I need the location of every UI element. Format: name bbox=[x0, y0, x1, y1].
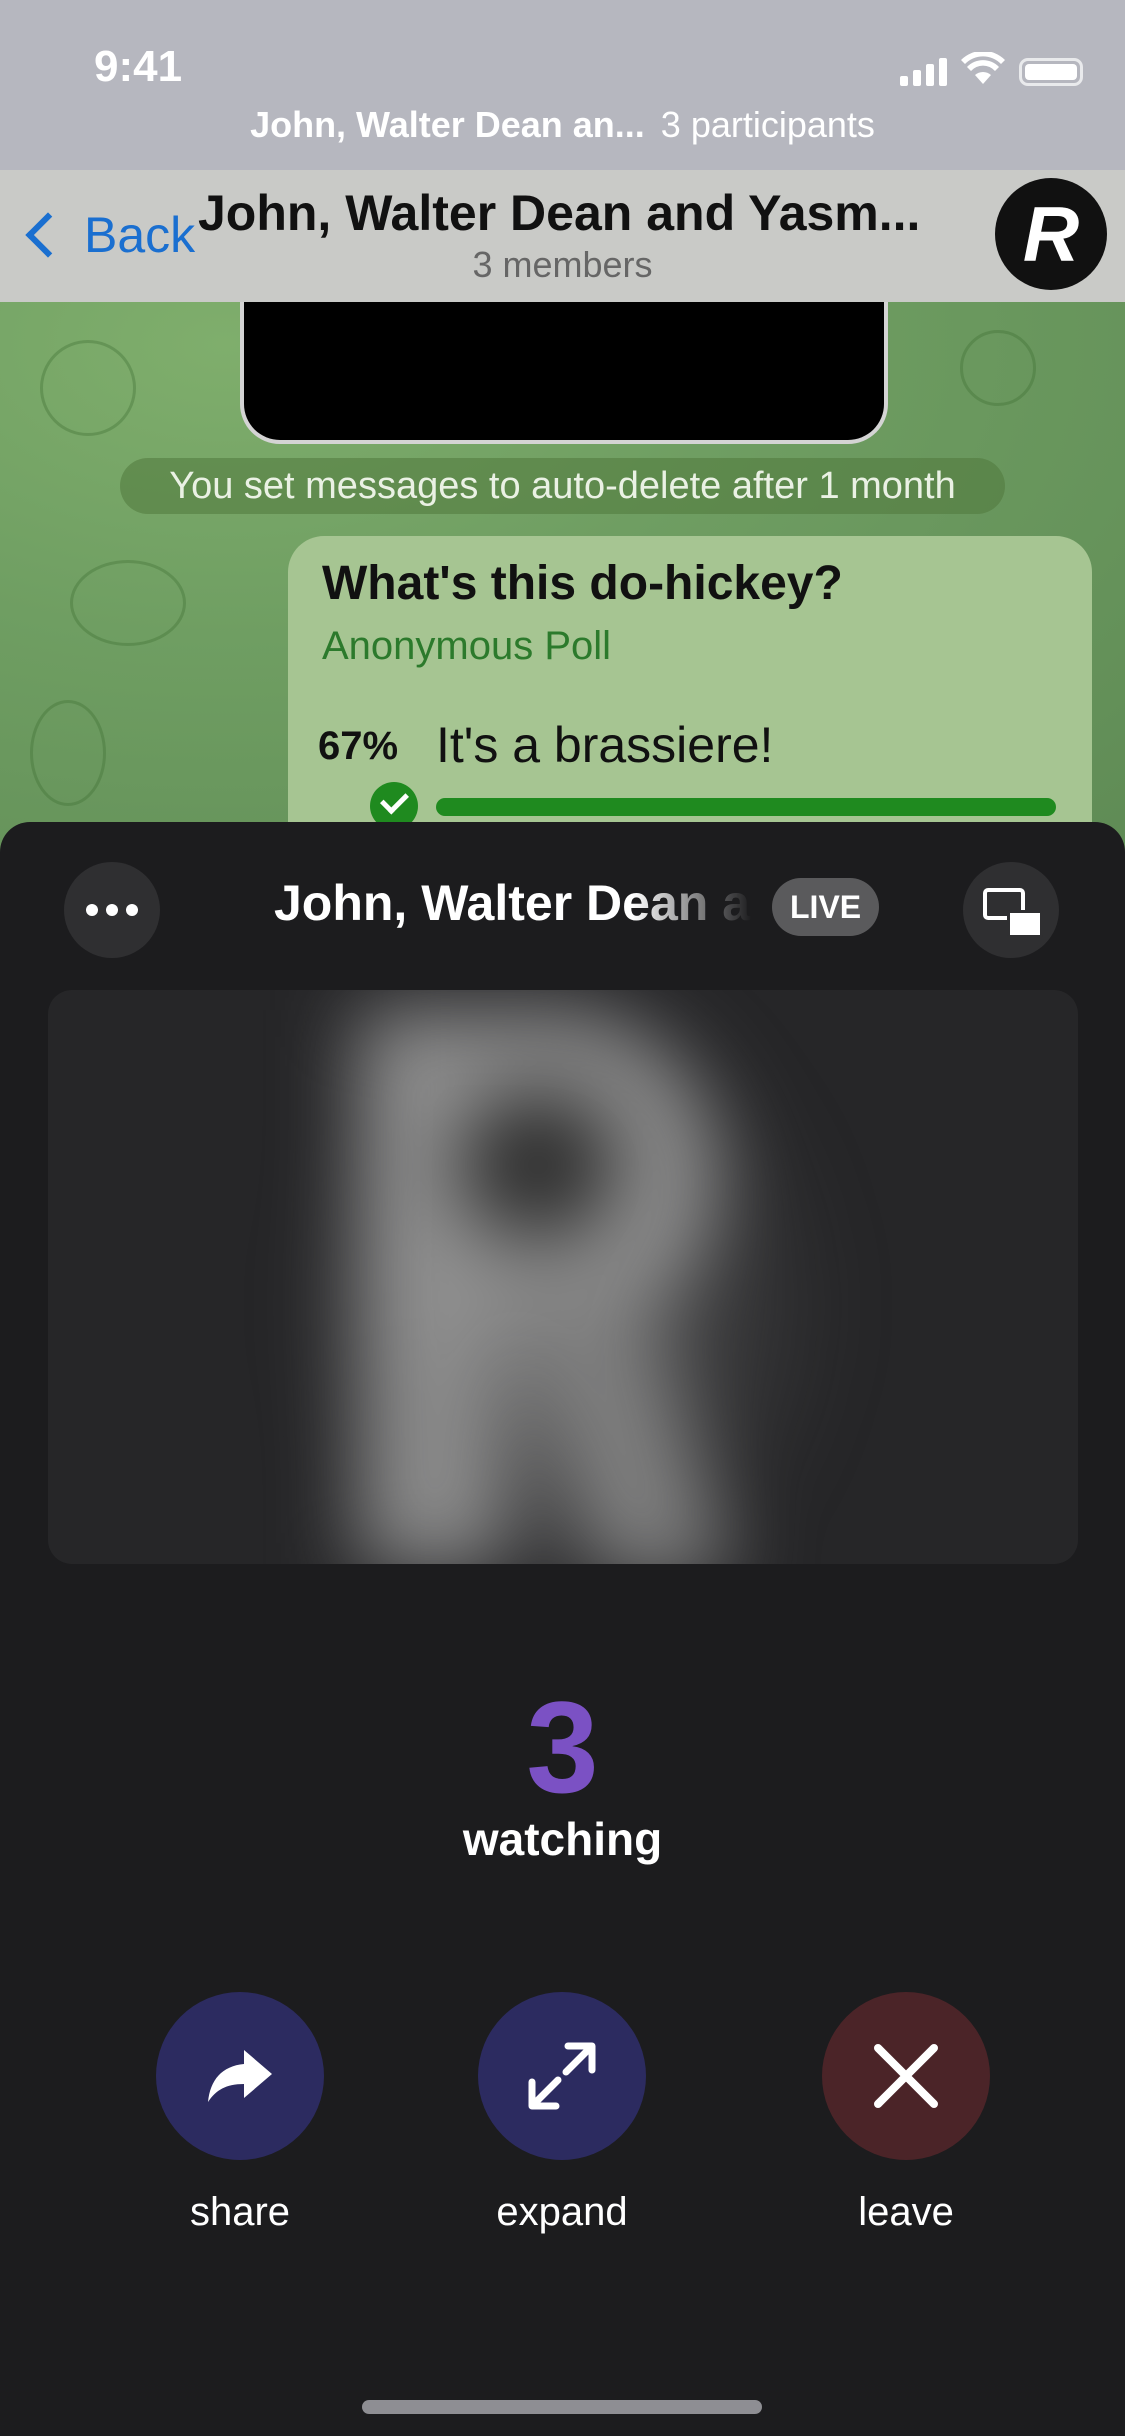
poll-type: Anonymous Poll bbox=[322, 624, 612, 668]
share-label: share bbox=[189, 2190, 291, 2234]
call-strip-title: John, Walter Dean an... bbox=[250, 104, 645, 145]
chat-header: Back John, Walter Dean and Yasm... 3 mem… bbox=[0, 170, 1125, 302]
call-strip[interactable]: John, Walter Dean an... 3 participants bbox=[0, 104, 1125, 146]
signal-icon bbox=[900, 56, 947, 86]
wallpaper-doodle bbox=[960, 330, 1036, 406]
share-button[interactable] bbox=[156, 1992, 324, 2160]
poll-option-percent: 67% bbox=[318, 724, 399, 768]
clock: 9:41 bbox=[94, 42, 183, 91]
chat-title[interactable]: John, Walter Dean and Yasm... bbox=[198, 184, 928, 242]
share-icon bbox=[208, 2050, 272, 2102]
live-badge: LIVE bbox=[772, 878, 880, 936]
expand-action: expand bbox=[478, 1992, 646, 2235]
leave-action: leave bbox=[822, 1992, 990, 2235]
avatar[interactable]: R bbox=[995, 178, 1107, 290]
system-message: You set messages to auto-delete after 1 … bbox=[120, 458, 1005, 514]
status-icons bbox=[900, 52, 1083, 86]
expand-icon bbox=[528, 2042, 596, 2110]
chat-subtitle: 3 members bbox=[472, 244, 653, 285]
poll-option-text: It's a brassiere! bbox=[436, 717, 774, 773]
wifi-icon bbox=[961, 52, 1005, 84]
status-bar: 9:41 John, Walter Dean an... 3 participan… bbox=[0, 0, 1125, 170]
leave-button[interactable] bbox=[822, 1992, 990, 2160]
stream-title: John, Walter Dean and Yasmin bbox=[274, 875, 752, 931]
watching-count: 3 bbox=[526, 1674, 599, 1820]
battery-icon bbox=[1019, 58, 1083, 86]
watching-label: watching bbox=[462, 1813, 663, 1865]
wallpaper-doodle bbox=[30, 700, 106, 806]
expand-button[interactable] bbox=[478, 1992, 646, 2160]
share-action: share bbox=[156, 1992, 324, 2235]
expand-label: expand bbox=[496, 2190, 628, 2234]
poll-question: What's this do-hickey? bbox=[322, 557, 843, 610]
video-preview[interactable] bbox=[48, 990, 1078, 1564]
blurred-avatar bbox=[298, 990, 838, 1564]
live-stream-sheet: John, Walter Dean and Yasmin LIVE 3 watc… bbox=[0, 822, 1125, 2436]
poll-result-bar bbox=[436, 798, 1056, 816]
home-indicator[interactable] bbox=[362, 2400, 762, 2414]
more-button[interactable] bbox=[64, 862, 160, 958]
wallpaper-doodle bbox=[40, 340, 136, 436]
more-icon bbox=[86, 904, 138, 916]
pip-button[interactable] bbox=[963, 862, 1059, 958]
participants-count: 3 participants bbox=[660, 104, 875, 145]
leave-label: leave bbox=[858, 2190, 954, 2234]
close-icon bbox=[874, 2044, 938, 2108]
poll-message[interactable]: What's this do-hickey? Anonymous Poll 67… bbox=[288, 536, 1092, 860]
wallpaper-doodle bbox=[70, 560, 186, 646]
